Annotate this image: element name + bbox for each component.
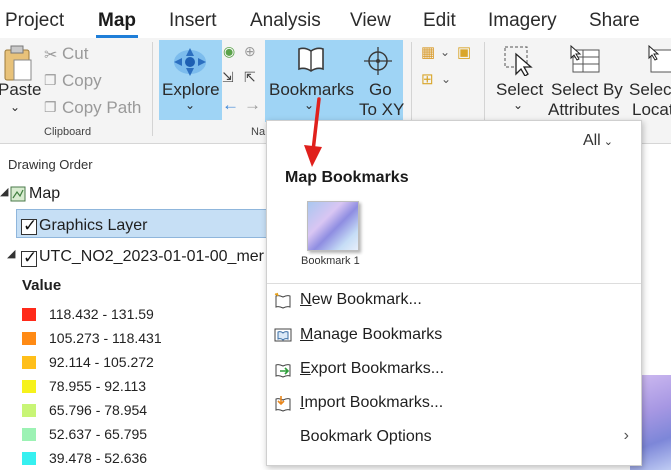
basemap-icon[interactable]: ▦ [421,43,435,61]
raster-layer-name[interactable]: UTC_NO2_2023-01-01-00_mer [39,248,264,266]
explore-dropdown-chevron[interactable]: ⌄ [185,98,195,112]
legend-swatch [22,404,36,417]
next-extent-icon[interactable]: → [244,95,261,115]
go-to-xy-icon [364,47,392,75]
tab-imagery[interactable]: Imagery [488,10,557,32]
pane-title: Drawing Order [8,157,93,172]
full-extent-icon[interactable]: ◉ [223,43,235,60]
select-by-location-line2[interactable]: Locat [632,100,671,120]
explore-icon [174,48,206,76]
legend-heading: Value [22,277,62,294]
manage-bookmarks-icon [274,328,292,342]
import-bookmarks-item[interactable]: Import Bookmarks... [300,394,443,412]
copy-button[interactable]: Copy [62,71,102,91]
select-button[interactable]: Select [496,80,543,100]
clipboard-group-label: Clipboard [44,126,92,138]
bookmark-options-item[interactable]: Bookmark Options [300,428,432,446]
select-by-attributes-line1[interactable]: Select By [551,80,623,100]
contents-pane: Drawing Order ◢ Map Graphics Layer ◢ UTC… [0,145,271,470]
copy-path-icon: ❐ [44,99,57,115]
tab-project[interactable]: Project [5,10,64,32]
tab-insert[interactable]: Insert [169,10,217,32]
graphics-layer-label: Graphics Layer [39,217,148,234]
annotation-arrow [304,97,322,167]
select-icon [504,46,533,76]
tab-analysis[interactable]: Analysis [250,10,321,32]
graphics-layer-checkbox[interactable] [21,216,37,236]
bookmark-thumbnail[interactable] [307,201,359,251]
new-bookmark-item[interactable]: New Bookmark... [300,291,422,309]
copy-path-button[interactable]: Copy Path [62,98,141,118]
go-to-xy-label-line1: Go [369,80,392,99]
dropdown-divider [267,283,641,284]
ribbon-separator [152,42,153,136]
expand-layer-arrow[interactable]: ◢ [7,247,15,260]
explore-label: Explore [162,80,220,99]
map-icon [10,186,26,202]
legend-range: 39.478 - 52.636 [49,450,148,466]
legend-range: 118.432 - 131.59 [49,306,154,322]
legend-swatch [22,380,36,393]
go-to-xy-label-line2: To XY [359,100,405,119]
select-dropdown-chevron[interactable]: ⌄ [513,98,523,112]
expand-map-arrow[interactable]: ◢ [0,185,8,198]
import-bookmarks-icon [275,396,291,412]
legend-range: 78.955 - 92.113 [49,378,147,394]
layer-visibility-checkbox[interactable] [21,248,37,268]
paste-button[interactable]: Paste [0,80,41,100]
zoom-out-fixed-icon[interactable]: ⇱ [244,69,256,86]
manage-bookmarks-item[interactable]: Manage Bookmarks [300,326,442,344]
export-bookmarks-icon [275,364,291,378]
legend-swatch [22,332,36,345]
zoom-in-fixed-icon[interactable]: ⇲ [222,69,234,86]
paste-icon [4,45,32,81]
fixed-zoom-icon[interactable]: ⊕ [244,43,256,60]
add-data-chevron[interactable]: ⌄ [441,72,451,86]
legend-range: 52.637 - 65.795 [49,426,148,442]
legend-swatch [22,452,36,465]
new-bookmark-icon [274,292,291,309]
legend-swatch [22,428,36,441]
select-by-attributes-icon [570,44,600,73]
chevron-right-icon: › [623,427,629,444]
legend-swatch [22,308,36,321]
legend-range: 92.114 - 105.272 [49,354,154,370]
select-by-location-icon [648,44,671,73]
navigate-group-label: Na [251,126,266,138]
legend-swatch [22,356,36,369]
ribbon-tabs: Project Map Insert Analysis View Edit Im… [0,0,671,38]
select-by-location-line1[interactable]: Selec [629,80,671,100]
tab-view[interactable]: View [350,10,391,32]
tab-map[interactable]: Map [98,10,136,32]
legend-range: 105.273 - 118.431 [49,330,162,346]
map-node[interactable]: Map [29,185,60,203]
export-bookmarks-item[interactable]: Export Bookmarks... [300,360,444,378]
tab-edit[interactable]: Edit [423,10,456,32]
basemap-chevron[interactable]: ⌄ [440,45,450,59]
cut-button[interactable]: Cut [62,44,88,64]
tab-share[interactable]: Share [589,10,640,32]
bookmarks-icon [298,47,324,72]
previous-extent-icon[interactable]: ← [222,95,239,115]
add-data-icon[interactable]: ⊞ [421,70,434,88]
copy-icon: ❐ [44,72,57,88]
paste-dropdown-chevron[interactable]: ⌄ [10,100,20,114]
cut-icon: ✂ [44,47,58,64]
bookmark-filter-dropdown[interactable]: All ⌄ [583,132,613,150]
legend-range: 65.796 - 78.954 [49,402,148,418]
layer-icon[interactable]: ▣ [457,43,471,61]
bookmark-label[interactable]: Bookmark 1 [301,255,360,267]
select-by-attributes-line2[interactable]: Attributes [548,100,620,120]
